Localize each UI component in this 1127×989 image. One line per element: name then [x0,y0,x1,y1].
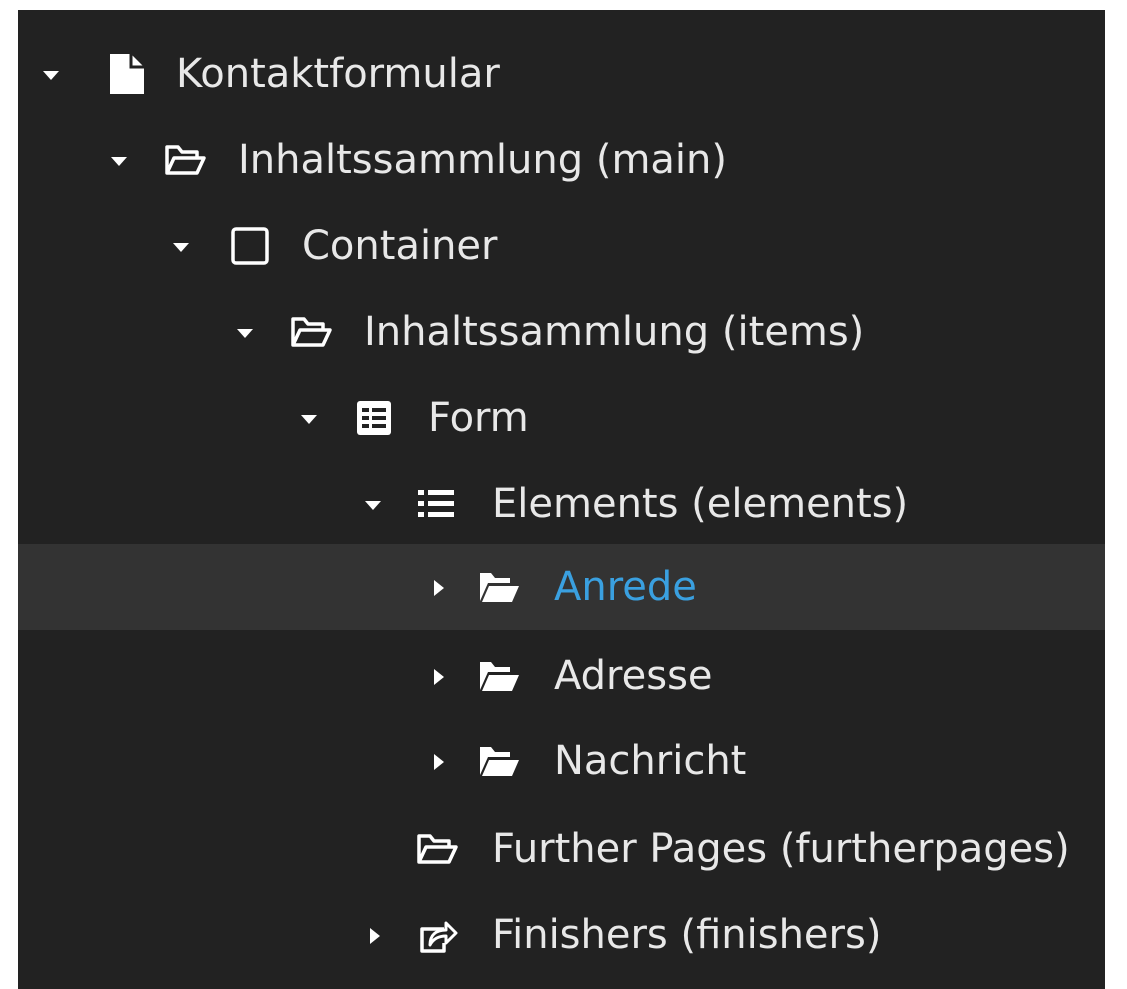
tree-node-kontaktformular[interactable]: Kontaktformular [18,31,1105,117]
share-icon [414,915,458,955]
tree-node-label: Elements (elements) [492,481,909,527]
caret-down-icon[interactable] [234,322,256,344]
caret-down-icon[interactable] [108,150,130,172]
caret-down-icon[interactable] [40,64,62,86]
caret-right-icon[interactable] [428,577,450,599]
caret-down-icon[interactable] [298,408,320,430]
caret-down-icon[interactable] [362,494,384,516]
tree-node-adresse[interactable]: Adresse [18,633,1105,719]
caret-right-icon[interactable] [428,666,450,688]
tree-node-label: Nachricht [554,738,747,784]
tree-node-label: Container [302,223,498,269]
tree-node-elements[interactable]: Elements (elements) [18,461,1105,547]
folder-open-outline-icon [288,312,332,352]
folder-open-outline-icon [414,829,458,869]
tree-node-finishers[interactable]: Finishers (finishers) [18,892,1105,978]
form-list-icon [352,398,396,438]
tree-node-label: Inhaltssammlung (items) [364,309,865,355]
tree-node-label: Form [428,395,529,441]
list-icon [414,484,458,524]
tree-node-form[interactable]: Form [18,375,1105,461]
tree-node-label: Kontaktformular [176,51,500,97]
tree-node-nachricht[interactable]: Nachricht [18,718,1105,804]
caret-right-icon[interactable] [428,751,450,773]
tree-node-label: Anrede [554,564,697,610]
folder-open-solid-icon [476,656,520,696]
folder-open-outline-icon [162,140,206,180]
tree-node-label: Further Pages (furtherpages) [492,826,1070,872]
tree-node-inhaltssammlung-main[interactable]: Inhaltssammlung (main) [18,117,1105,203]
tree-node-container[interactable]: Container [18,203,1105,289]
folder-open-solid-icon [476,567,520,607]
file-icon [104,54,148,94]
tree-node-inhaltssammlung-items[interactable]: Inhaltssammlung (items) [18,289,1105,375]
tree-node-label: Finishers (finishers) [492,912,882,958]
tree-node-anrede[interactable]: Anrede [18,544,1105,630]
square-outline-icon [228,226,272,266]
tree-node-label: Inhaltssammlung (main) [238,137,728,183]
tree-node-label: Adresse [554,653,713,699]
folder-open-solid-icon [476,741,520,781]
structure-tree-panel: Kontaktformular Inhaltssammlung (main) C… [18,10,1105,989]
caret-down-icon[interactable] [170,236,192,258]
caret-right-icon[interactable] [364,925,386,947]
tree-node-further-pages[interactable]: Further Pages (furtherpages) [18,806,1105,892]
